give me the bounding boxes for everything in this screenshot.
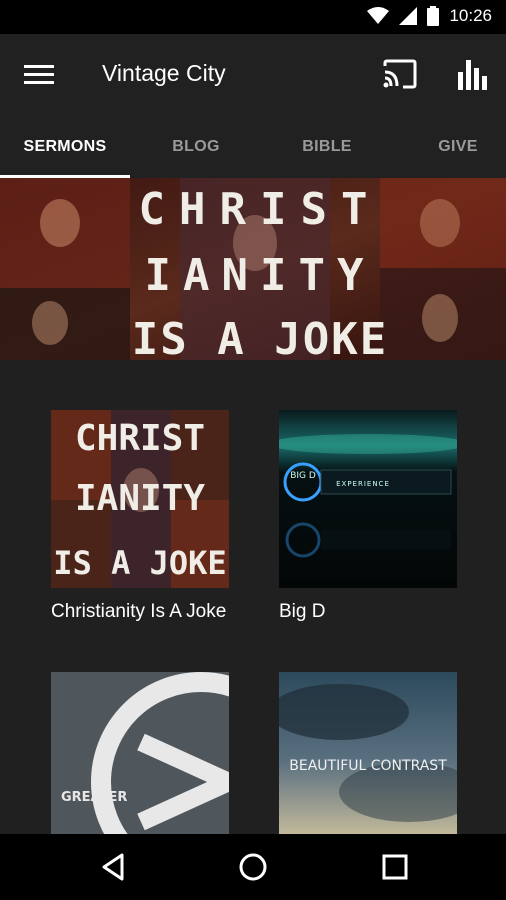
banner-art-line-3: IS A JOKE <box>132 314 388 360</box>
series-art-line: IS A JOKE <box>53 544 226 582</box>
series-title: Big D <box>279 601 326 622</box>
cell-signal-icon <box>399 7 418 25</box>
series-thumbnail: BIG D EXPERIENCE <box>279 410 457 588</box>
cast-icon <box>383 59 417 89</box>
series-title: Christianity Is A Joke <box>51 601 227 622</box>
back-icon <box>102 853 124 881</box>
recents-icon <box>382 854 408 880</box>
banner-art-line-2: IANITY <box>145 250 376 301</box>
cast-button[interactable] <box>382 58 418 90</box>
series-art-line: EXPERIENCE <box>336 480 390 488</box>
series-thumbnail: CHRIST IANITY IS A JOKE <box>51 410 229 588</box>
back-button[interactable] <box>98 850 132 884</box>
series-card[interactable]: BIG D EXPERIENCE Big D <box>279 410 457 622</box>
series-art-line: IANITY <box>75 478 205 519</box>
series-art-line: GREATER <box>61 790 127 805</box>
recents-button[interactable] <box>378 850 412 884</box>
bar-chart-icon <box>458 60 487 90</box>
series-card[interactable]: CHRIST IANITY IS A JOKE Christianity Is … <box>51 410 229 622</box>
series-card[interactable]: BEAUTIFUL CONTRAST <box>279 672 457 850</box>
tab-blog[interactable]: BLOG <box>131 116 261 178</box>
tab-sermons[interactable]: SERMONS <box>0 116 130 178</box>
menu-button[interactable] <box>24 63 56 87</box>
series-art-line: BEAUTIFUL CONTRAST <box>289 758 447 774</box>
series-thumbnail: GREATER <box>51 672 229 850</box>
menu-icon <box>24 65 54 84</box>
series-card[interactable]: GREATER <box>51 672 229 850</box>
app-bar: Vintage City <box>0 34 506 116</box>
series-art-line: BIG D <box>290 471 316 481</box>
featured-banner[interactable]: CHRIST IANITY IS A JOKE <box>0 178 506 360</box>
status-bar: 10:26 <box>0 0 506 34</box>
system-nav-bar <box>0 834 506 900</box>
series-art-line: CHRIST <box>75 418 205 459</box>
wifi-icon <box>367 7 390 24</box>
banner-artwork: CHRIST IANITY IS A JOKE <box>0 178 506 360</box>
app-title: Vintage City <box>102 60 226 86</box>
tab-bar: SERMONS BLOG BIBLE GIVE <box>0 116 506 178</box>
series-thumbnail: BEAUTIFUL CONTRAST <box>279 672 457 850</box>
status-icons: 10:26 <box>367 6 492 26</box>
home-button[interactable] <box>236 850 270 884</box>
banner-art-line-1: CHRIST <box>139 184 382 235</box>
battery-icon <box>427 6 440 26</box>
stats-button[interactable] <box>456 58 490 90</box>
tab-bible[interactable]: BIBLE <box>262 116 392 178</box>
tab-give[interactable]: GIVE <box>393 116 506 178</box>
home-icon <box>239 853 267 881</box>
status-time: 10:26 <box>449 6 492 25</box>
